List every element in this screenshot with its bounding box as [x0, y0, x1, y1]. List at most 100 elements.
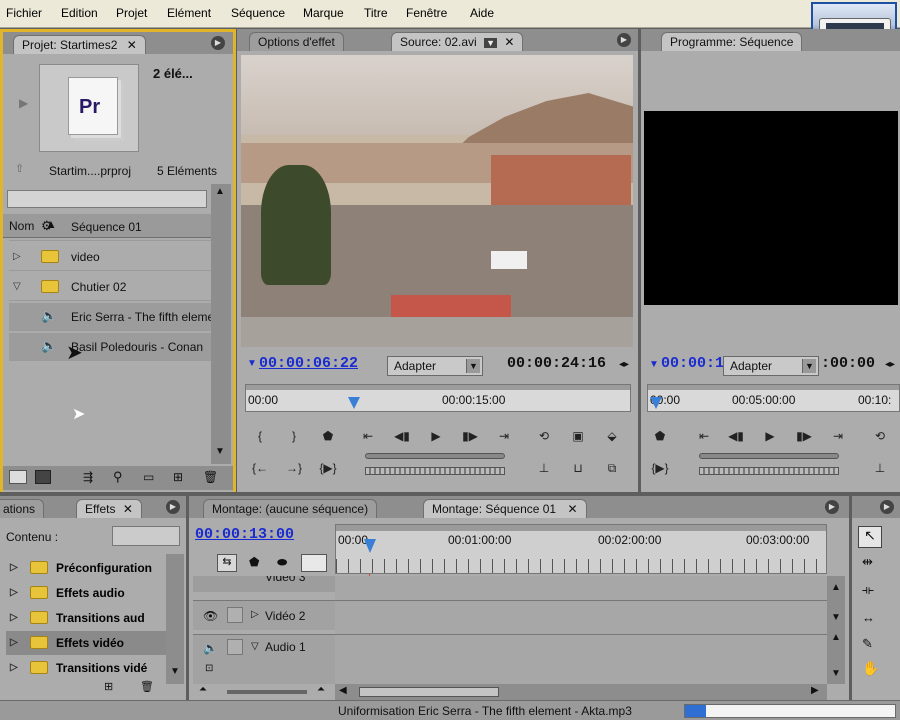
menu-edition[interactable]: Edition: [61, 6, 98, 20]
scroll-down-icon[interactable]: ▼: [831, 612, 841, 623]
menu-element[interactable]: Elément: [167, 6, 211, 20]
selection-tool-icon[interactable]: ↖: [858, 526, 882, 548]
close-icon[interactable]: ✕: [127, 38, 137, 52]
eye-icon[interactable]: 👁: [203, 609, 218, 623]
set-marker-icon[interactable]: ⬟: [649, 427, 671, 445]
program-current-timecode[interactable]: 00:00:1: [661, 355, 724, 372]
go-to-out-icon[interactable]: ⇥: [827, 427, 849, 445]
menu-titre[interactable]: Titre: [364, 6, 388, 20]
lock-toggle[interactable]: [227, 607, 243, 623]
effects-scrollbar[interactable]: ▼: [166, 554, 184, 684]
tab-effect-options[interactable]: Options d'effet: [249, 32, 344, 51]
project-search-input[interactable]: [7, 190, 207, 208]
step-back-icon[interactable]: ◀▮: [391, 427, 413, 445]
source-time-ruler[interactable]: 00:00 00:00:15:00: [245, 384, 631, 412]
collapse-track-icon[interactable]: ▽: [251, 641, 259, 652]
timeline-current-timecode[interactable]: 00:00:13:00: [195, 526, 294, 543]
expand-folder-icon[interactable]: ▷: [13, 251, 21, 262]
timeline-vertical-scrollbar[interactable]: ▲ ▼ ▲ ▼: [827, 576, 845, 684]
timeline-horizontal-scrollbar[interactable]: ◀ ▶: [335, 684, 827, 700]
tab-program[interactable]: Programme: Séquence: [661, 32, 803, 51]
scroll-up-icon[interactable]: ▲: [215, 186, 225, 197]
dropdown-arrow-icon[interactable]: ▼: [484, 38, 497, 48]
ripple-edit-tool-icon[interactable]: ⟛: [862, 582, 874, 598]
menu-sequence[interactable]: Séquence: [231, 6, 285, 20]
scroll-left-icon[interactable]: ◀: [339, 685, 347, 696]
panel-arrow-icon[interactable]: ◂▸: [885, 359, 895, 370]
project-item[interactable]: ▷ video: [9, 243, 211, 271]
tab-timeline-sequence[interactable]: Montage: Séquence 01 ✕: [423, 499, 587, 518]
step-forward-icon[interactable]: ▮▶: [459, 427, 481, 445]
effects-category[interactable]: ▷ Préconfiguration: [6, 556, 166, 580]
panel-arrow-icon[interactable]: ◂▸: [619, 359, 629, 370]
program-zoom-bar[interactable]: [648, 385, 899, 390]
zoom-in-icon[interactable]: ⏶: [317, 684, 325, 695]
icon-view-icon[interactable]: [35, 470, 51, 484]
scroll-up-icon[interactable]: ▲: [831, 582, 841, 593]
panel-menu-icon[interactable]: ▶: [211, 36, 225, 50]
tab-project[interactable]: Projet: Startimes2 ✕: [13, 35, 146, 54]
program-jog-wheel[interactable]: [699, 467, 839, 475]
project-item[interactable]: ⚙ Séquence 01: [9, 213, 211, 241]
set-encore-marker-icon[interactable]: ⬟: [249, 555, 259, 569]
close-icon[interactable]: ✕: [123, 502, 133, 516]
scroll-down-icon[interactable]: ▼: [170, 666, 180, 677]
menu-aide[interactable]: Aide: [470, 6, 494, 20]
track-audio1-header[interactable]: 🔈 ▽ Audio 1 ⊡: [193, 634, 335, 684]
overlay-icon[interactable]: ⊔: [567, 459, 589, 477]
program-fit-dropdown[interactable]: Adapter ▼: [723, 356, 819, 376]
trash-icon[interactable]: 🗑: [140, 680, 154, 693]
shuttle-slider[interactable]: [365, 453, 505, 459]
menu-fichier[interactable]: Fichier: [6, 6, 42, 20]
set-marker-icon[interactable]: ⬟: [317, 427, 339, 445]
timeline-tracks-area[interactable]: [335, 576, 827, 684]
effects-category[interactable]: ▷ Effets audio: [6, 581, 166, 605]
zoom-out-icon[interactable]: ⏶: [199, 684, 207, 695]
zoom-slider[interactable]: [227, 690, 307, 694]
marker-icon[interactable]: ⬬: [277, 555, 287, 570]
expand-icon[interactable]: ▷: [10, 562, 18, 573]
scroll-down-icon[interactable]: ▼: [831, 668, 841, 679]
speaker-icon[interactable]: 🔈: [203, 641, 218, 655]
timeline-zoom-bar[interactable]: [336, 525, 826, 531]
toggle-take-icon[interactable]: ⧉: [601, 459, 623, 477]
go-to-in-icon[interactable]: ⇤: [693, 427, 715, 445]
lift-icon[interactable]: ⊥: [869, 459, 891, 477]
tab-source[interactable]: Source: 02.avi ▼ ✕: [391, 32, 524, 51]
tab-effects[interactable]: Effets ✕: [76, 499, 142, 518]
go-next-marker-icon[interactable]: →}: [283, 459, 305, 477]
panel-menu-icon[interactable]: ▶: [825, 500, 839, 514]
source-zoom-bar[interactable]: [246, 385, 630, 390]
program-time-ruler[interactable]: 00:00 00:05:00:00 00:10:: [647, 384, 900, 412]
new-bin-icon[interactable]: ⊞: [104, 680, 113, 693]
go-to-in-icon[interactable]: ⇤: [357, 427, 379, 445]
find-icon[interactable]: ⚲: [113, 469, 123, 485]
project-item[interactable]: ▽ Chutier 02: [9, 273, 211, 301]
effects-search-input[interactable]: [112, 526, 180, 546]
timeline-zoom-control[interactable]: ⏶ ⏶: [193, 684, 335, 700]
new-item-icon[interactable]: ⊞: [173, 470, 183, 484]
source-playhead[interactable]: [348, 397, 360, 409]
go-previous-marker-icon[interactable]: {←: [249, 459, 271, 477]
keyframe-icon[interactable]: ⊡: [205, 663, 213, 674]
expand-icon[interactable]: ▷: [10, 587, 18, 598]
expand-icon[interactable]: ▷: [10, 612, 18, 623]
work-area-icon[interactable]: [301, 554, 327, 572]
pen-tool-icon[interactable]: ✎: [862, 636, 873, 652]
menu-marque[interactable]: Marque: [303, 6, 344, 20]
tab-informations[interactable]: ations: [0, 499, 45, 518]
step-back-icon[interactable]: ◀▮: [725, 427, 747, 445]
snap-icon[interactable]: ⇆: [217, 554, 237, 572]
list-view-icon[interactable]: [9, 470, 27, 484]
trash-icon[interactable]: 🗑: [203, 470, 218, 484]
panel-menu-icon[interactable]: ▶: [617, 33, 631, 47]
close-icon[interactable]: ✕: [567, 502, 577, 516]
close-icon[interactable]: ✕: [504, 35, 514, 49]
automate-icon[interactable]: ⇶: [83, 470, 93, 484]
panel-menu-icon[interactable]: ▶: [166, 500, 180, 514]
effects-category[interactable]: ▷ Transitions vidé: [6, 656, 166, 680]
play-in-to-out-icon[interactable]: {▶}: [649, 459, 671, 477]
effects-category[interactable]: ▷ Transitions aud: [6, 606, 166, 630]
menu-projet[interactable]: Projet: [116, 6, 147, 20]
timeline-ruler[interactable]: 00:00 00:01:00:00 00:02:00:00 00:03:00:00: [335, 524, 827, 574]
